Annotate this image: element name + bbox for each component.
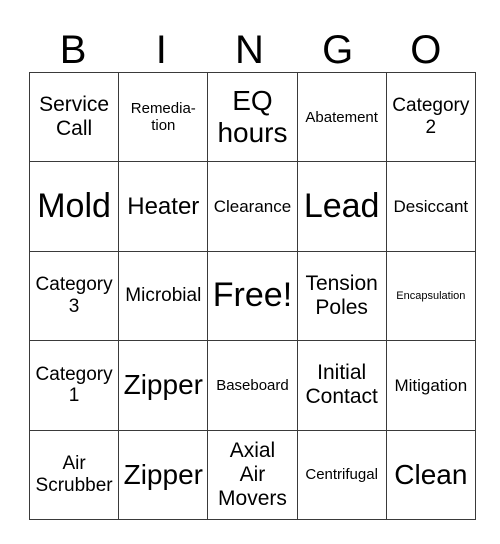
- bingo-cell[interactable]: Abatement: [296, 71, 387, 163]
- cell-line: 3: [68, 295, 80, 317]
- bingo-cell[interactable]: Air Scrubber: [28, 429, 120, 520]
- cell-line: Mitigation: [394, 375, 468, 395]
- cell-line: EQ: [232, 85, 273, 116]
- cell-line: Centrifugal: [305, 466, 378, 484]
- bingo-cell[interactable]: Category 2: [385, 71, 476, 163]
- header-letter-n: N: [235, 28, 264, 72]
- bingo-cell[interactable]: Zipper: [118, 340, 209, 431]
- cell-line: hours: [217, 117, 288, 149]
- cell-line: Axial: [229, 438, 276, 462]
- cell-line: Tension: [305, 271, 378, 295]
- bingo-cell[interactable]: Clean: [385, 429, 476, 520]
- grid-row: Category 3 Microbial Free! Tension Poles E…: [28, 250, 476, 342]
- cell-line: 2: [425, 117, 437, 139]
- cell-line: Category: [35, 363, 113, 385]
- bingo-cell[interactable]: Lead: [296, 161, 387, 252]
- cell-line: Contact: [305, 385, 378, 409]
- cell-line: Category: [35, 274, 113, 296]
- cell-line: Heater: [127, 192, 200, 220]
- bingo-cell[interactable]: Category 1: [28, 340, 120, 431]
- cell-line: Service: [39, 93, 110, 117]
- bingo-cell[interactable]: Remedia-tion: [118, 71, 209, 163]
- bingo-cell[interactable]: Service Call: [28, 71, 120, 163]
- cell-line: Air: [239, 462, 266, 486]
- header-letter-i: I: [155, 28, 167, 72]
- cell-line: Initial: [317, 361, 367, 385]
- cell-line: Clearance: [213, 196, 292, 216]
- cell-line: Lead: [303, 187, 380, 226]
- bingo-cell[interactable]: Tension Poles: [296, 250, 387, 342]
- cell-line: Encapsulation: [396, 289, 466, 302]
- cell-line: Baseboard: [216, 376, 289, 394]
- cell-line: Abatement: [305, 108, 378, 126]
- bingo-cell[interactable]: Microbial: [118, 250, 209, 342]
- cell-line: tion: [151, 117, 176, 135]
- bingo-cell[interactable]: Zipper: [118, 429, 209, 520]
- cell-line: Desiccant: [393, 196, 469, 216]
- bingo-cell[interactable]: Category 3: [28, 250, 120, 342]
- cell-line: Clean: [394, 458, 468, 490]
- grid-row: Air Scrubber Zipper Axial Air Movers Centri…: [28, 429, 476, 520]
- header-letter-g: G: [322, 28, 354, 72]
- bingo-cell[interactable]: Heater: [118, 161, 209, 252]
- cell-line: Scrubber: [35, 474, 113, 496]
- cell-line: Call: [56, 117, 93, 141]
- free-space-cell[interactable]: Free!: [207, 250, 298, 342]
- header-letter-b: B: [59, 28, 87, 72]
- cell-line: Air: [62, 452, 86, 474]
- cell-line: Category: [392, 95, 470, 117]
- cell-line: 1: [68, 385, 80, 407]
- cell-line: Mold: [37, 187, 111, 226]
- header-letter-o: O: [410, 28, 442, 72]
- bingo-cell[interactable]: Initial Contact: [296, 340, 387, 431]
- cell-line: Zipper: [123, 369, 203, 401]
- cell-line: Free!: [212, 276, 293, 315]
- cell-line: Movers: [218, 486, 287, 510]
- bingo-cell[interactable]: Clearance: [207, 161, 298, 252]
- bingo-grid: Service Call Remedia-tion EQ hours Abateme…: [28, 71, 476, 520]
- bingo-cell[interactable]: Mold: [28, 161, 120, 252]
- bingo-cell[interactable]: EQ hours: [207, 71, 298, 163]
- bingo-cell[interactable]: Mitigation: [385, 340, 476, 431]
- bingo-cell[interactable]: Axial Air Movers: [207, 429, 298, 520]
- bingo-cell[interactable]: Centrifugal: [296, 429, 387, 520]
- cell-line: Remedia-: [130, 99, 196, 117]
- cell-line: Zipper: [123, 458, 203, 490]
- bingo-cell[interactable]: Desiccant: [385, 161, 476, 252]
- grid-row: Category 1 Zipper Baseboard Initial Contac…: [28, 340, 476, 431]
- bingo-cell[interactable]: Encapsulation: [385, 250, 476, 342]
- cell-line: Poles: [315, 295, 368, 319]
- grid-row: Mold Heater Clearance Lead Desiccant: [28, 161, 476, 252]
- grid-row: Service Call Remedia-tion EQ hours Abateme…: [28, 71, 476, 163]
- bingo-cell[interactable]: Baseboard: [207, 340, 298, 431]
- cell-line: Microbial: [125, 285, 202, 307]
- bingo-header: B I N G O: [29, 28, 470, 72]
